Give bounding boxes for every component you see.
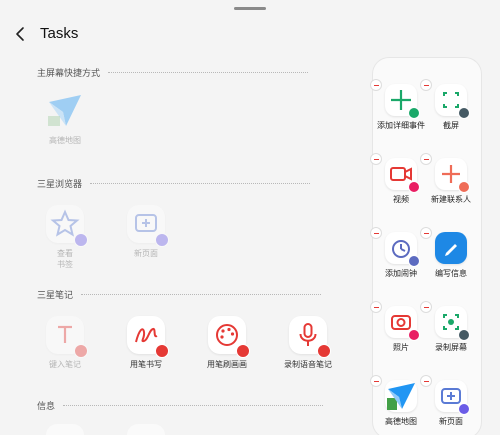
pen-write-icon	[127, 316, 169, 358]
text-note-icon	[46, 316, 88, 358]
tile-new-page: 新页面	[111, 205, 181, 259]
section-title: 三星笔记	[37, 291, 74, 301]
panel-item-label: 编写信息	[435, 269, 467, 278]
tile-label: 高德地图	[49, 136, 81, 145]
tile-label: 录制语音笔记	[284, 360, 332, 369]
panel-item-compose-message[interactable]: 编写信息	[420, 227, 477, 279]
notes-badge-icon	[74, 344, 88, 358]
panel-item-label: 新页面	[439, 417, 463, 426]
page-title: Tasks	[40, 25, 79, 42]
video-camera-icon	[385, 158, 420, 193]
person-badge-icon	[458, 181, 470, 193]
notes-badge-icon	[236, 344, 250, 358]
panel-item-label: 截屏	[443, 121, 459, 130]
panel-item-new-page[interactable]: 新页面	[420, 375, 477, 427]
alarm-clock-icon	[385, 232, 420, 267]
back-arrow-icon[interactable]	[12, 24, 30, 44]
panel-item-label: 视频	[393, 195, 409, 204]
new-page-icon	[435, 380, 470, 415]
edge-panel: 添加详细事件 截屏 视频 新建联系人 添加闹钟 编写信息 照片 录制屏幕 高德地…	[370, 58, 481, 435]
camera-badge-icon	[408, 181, 420, 193]
remove-icon[interactable]	[420, 227, 432, 239]
tile-voice-note[interactable]: 录制语音笔记	[273, 316, 343, 370]
section-divider	[63, 405, 324, 406]
tile-label: 用笔书写	[130, 360, 162, 369]
panel-item-amap[interactable]: 高德地图	[370, 375, 427, 427]
remove-icon[interactable]	[420, 79, 432, 91]
section-title: 信息	[37, 402, 56, 412]
panel-item-label: 照片	[393, 343, 409, 352]
remove-icon[interactable]	[420, 153, 432, 165]
panel-item-add-event[interactable]: 添加详细事件	[370, 79, 427, 131]
tile-type-note: 键入笔记	[30, 316, 100, 370]
notes-badge-icon	[155, 344, 169, 358]
compose-message-icon	[435, 232, 467, 264]
panel-item-screenshot[interactable]: 截屏	[420, 79, 477, 131]
bookmark-star-icon	[46, 205, 88, 247]
tile-view-bookmarks: 查看 书签	[30, 205, 100, 270]
message-tile-partial	[127, 424, 165, 435]
camera-badge-icon	[408, 329, 420, 341]
calendar-badge-icon	[408, 107, 420, 119]
tile-label: 用笔刷画画	[207, 360, 247, 369]
panel-item-label: 添加详细事件	[377, 121, 425, 130]
add-event-icon	[385, 84, 420, 119]
section-divider	[90, 183, 311, 184]
panel-item-label: 添加闹钟	[385, 269, 417, 278]
section-header-home-shortcuts: 主屏幕快捷方式	[37, 66, 309, 79]
tile-amap: 高德地图	[30, 92, 100, 146]
tile-label: 新页面	[134, 249, 158, 258]
remove-icon[interactable]	[370, 301, 382, 313]
remove-icon[interactable]	[370, 79, 382, 91]
browser-badge-icon	[74, 233, 88, 247]
remove-icon[interactable]	[420, 375, 432, 387]
browser-badge-icon	[155, 233, 169, 247]
panel-item-photo[interactable]: 照片	[370, 301, 427, 353]
section-header-messages: 信息	[37, 399, 324, 412]
tile-pen-draw[interactable]: 用笔刷画画	[192, 316, 262, 370]
remove-icon[interactable]	[370, 227, 382, 239]
settings-gear-badge-icon	[458, 107, 470, 119]
section-divider	[108, 72, 309, 73]
screenshot-icon	[435, 84, 470, 119]
panel-item-label: 新建联系人	[431, 195, 471, 204]
browser-badge-icon	[458, 403, 470, 415]
amap-icon	[385, 380, 417, 412]
tile-label: 键入笔记	[49, 360, 81, 369]
section-title: 三星浏览器	[37, 180, 83, 190]
panel-item-label: 高德地图	[385, 417, 417, 426]
remove-icon[interactable]	[370, 375, 382, 387]
settings-gear-badge-icon	[458, 329, 470, 341]
drag-handle[interactable]	[234, 7, 266, 10]
new-page-icon	[127, 205, 169, 247]
panel-item-new-contact[interactable]: 新建联系人	[420, 153, 477, 205]
camera-icon	[385, 306, 420, 341]
amap-icon	[46, 92, 84, 130]
screen-record-icon	[435, 306, 470, 341]
clock-badge-icon	[408, 255, 420, 267]
panel-item-video[interactable]: 视频	[370, 153, 427, 205]
section-header-samsung-browser: 三星浏览器	[37, 177, 311, 190]
message-tile-partial	[46, 424, 84, 435]
remove-icon[interactable]	[420, 301, 432, 313]
section-header-samsung-notes: 三星笔记	[37, 288, 322, 301]
remove-icon[interactable]	[370, 153, 382, 165]
panel-item-screen-record[interactable]: 录制屏幕	[420, 301, 477, 353]
panel-item-label: 录制屏幕	[435, 343, 467, 352]
tile-label: 查看 书签	[57, 249, 73, 269]
section-title: 主屏幕快捷方式	[37, 69, 101, 79]
section-divider	[81, 294, 322, 295]
notes-badge-icon	[317, 344, 331, 358]
add-contact-icon	[435, 158, 470, 193]
tile-pen-write[interactable]: 用笔书写	[111, 316, 181, 370]
palette-icon	[208, 316, 250, 358]
panel-item-add-alarm[interactable]: 添加闹钟	[370, 227, 427, 279]
microphone-icon	[289, 316, 331, 358]
